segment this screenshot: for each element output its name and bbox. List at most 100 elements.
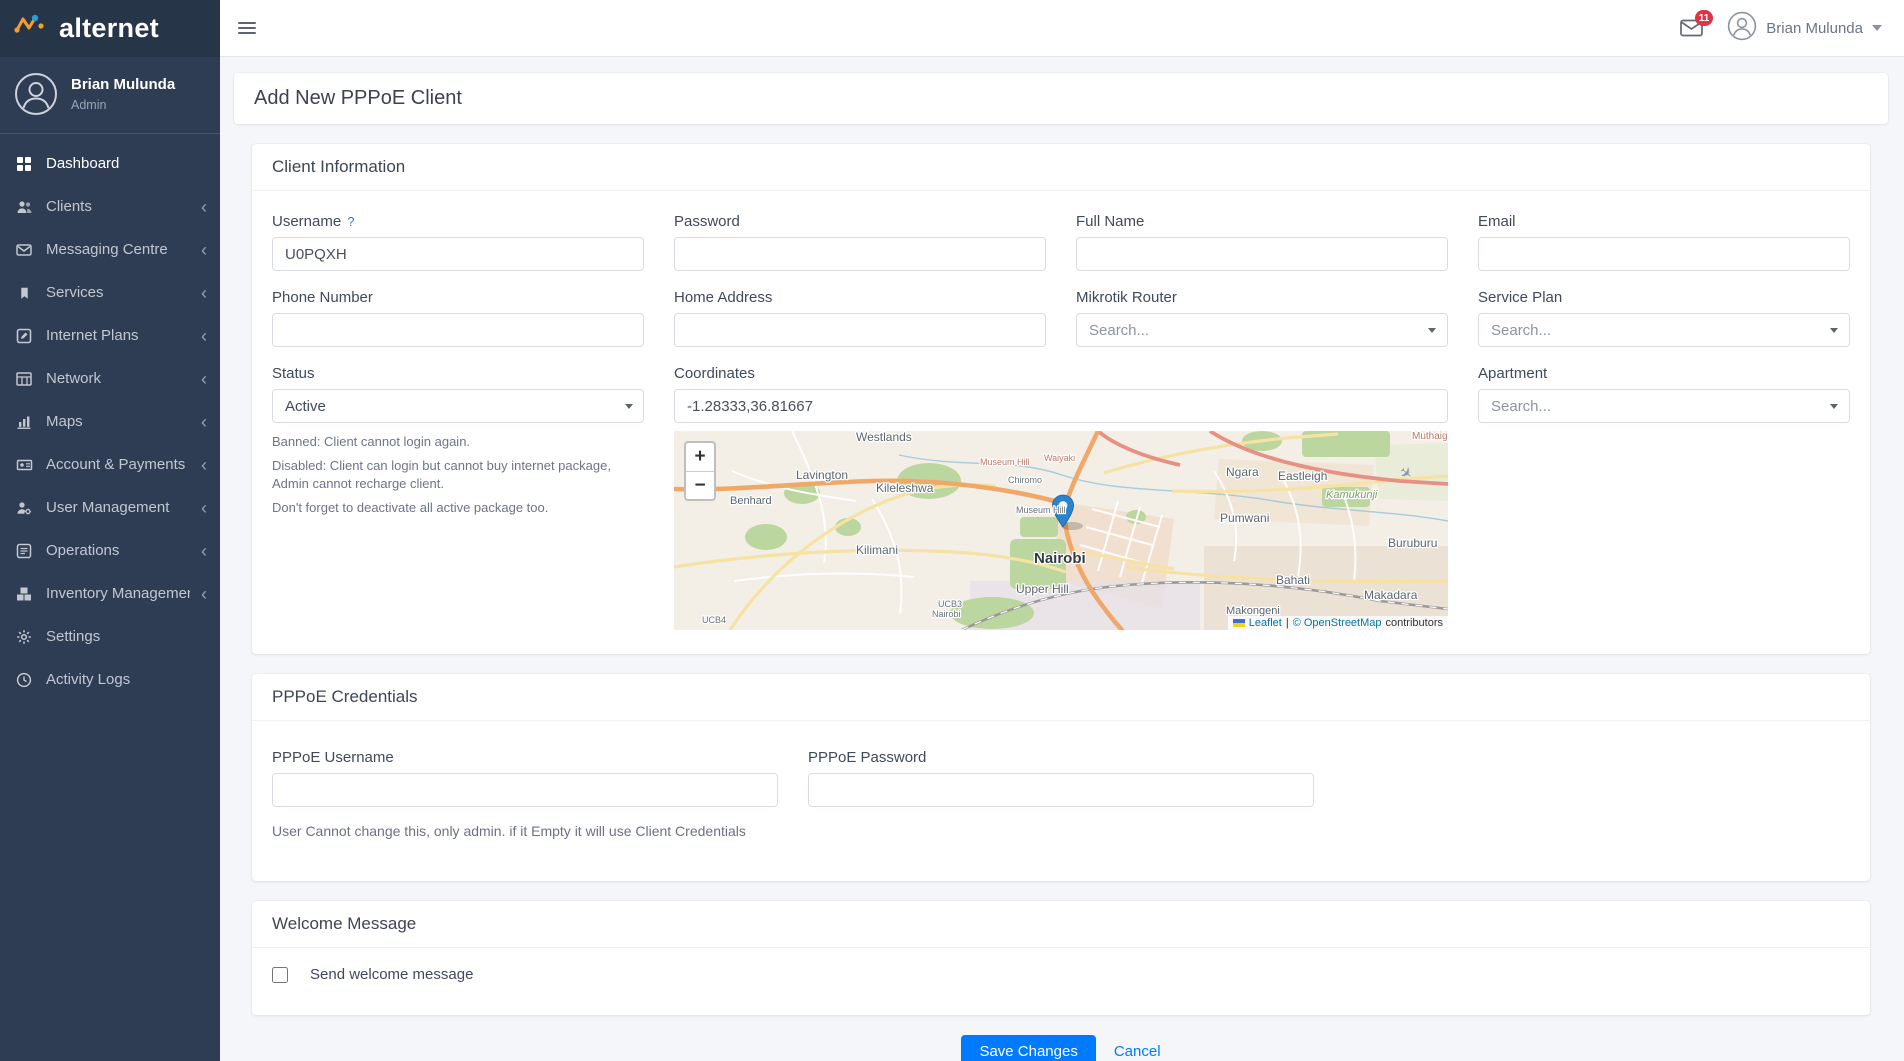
map-label: Nairobi	[932, 609, 961, 619]
map-label: Westlands	[856, 431, 912, 444]
chevron-left-icon	[201, 370, 207, 388]
menu-toggle-button[interactable]	[238, 21, 256, 35]
messages-button[interactable]: 11	[1680, 19, 1703, 37]
sidebar-item-internet-plans[interactable]: Internet Plans	[0, 314, 220, 357]
map-label: Lavington	[796, 468, 848, 482]
pppoe-note: User Cannot change this, only admin. if …	[272, 823, 1850, 839]
chevron-left-icon	[201, 413, 207, 431]
password-label: Password	[674, 213, 1046, 230]
coordinates-map[interactable]: ✈ WestlandsLavingtonKileleshwaBenhardKil…	[674, 431, 1448, 630]
service-plan-select[interactable]: Search...	[1478, 313, 1850, 347]
zoom-in-button[interactable]: +	[686, 443, 714, 471]
pppoe-password-label: PPPoE Password	[808, 749, 1314, 766]
sidebar-item-clients[interactable]: Clients	[0, 185, 220, 228]
map-label: Benhard	[730, 495, 772, 507]
welcome-message-card: Welcome Message Send welcome message	[252, 901, 1870, 1015]
messages-badge: 11	[1695, 10, 1714, 26]
attribution-suffix: contributors	[1386, 617, 1443, 629]
map-label: UCB4	[702, 615, 726, 625]
table-icon	[13, 371, 35, 387]
openstreetmap-link[interactable]: © OpenStreetMap	[1293, 617, 1382, 629]
users-gear-icon	[13, 500, 35, 516]
chevron-left-icon	[201, 327, 207, 345]
chevron-left-icon	[201, 241, 207, 259]
coordinates-label: Coordinates	[674, 365, 1448, 382]
sidebar-item-network[interactable]: Network	[0, 357, 220, 400]
zoom-out-button[interactable]: −	[686, 471, 714, 499]
status-note-deactivate: Don't forget to deactivate all active pa…	[272, 499, 644, 517]
password-input[interactable]	[674, 237, 1046, 271]
sidebar-item-activity-logs[interactable]: Activity Logs	[0, 658, 220, 701]
map-zoom-control: + −	[684, 441, 716, 501]
sidebar-item-inventory-management[interactable]: Inventory Management	[0, 572, 220, 615]
coordinates-input[interactable]	[674, 389, 1448, 423]
chevron-down-icon	[1872, 25, 1882, 31]
sidebar-item-account-payments[interactable]: Account & Payments	[0, 443, 220, 486]
chevron-left-icon	[201, 284, 207, 302]
app-root: alternet Brian Mulunda Admin Dashboard	[0, 0, 1904, 1061]
status-select[interactable]: Active	[272, 389, 644, 423]
email-input[interactable]	[1478, 237, 1850, 271]
service-plan-placeholder: Search...	[1491, 322, 1551, 339]
sidebar-item-maps[interactable]: Maps	[0, 400, 220, 443]
sidebar-item-label: Internet Plans	[46, 327, 190, 344]
pppoe-credentials-title: PPPoE Credentials	[252, 674, 1870, 721]
username-input[interactable]	[272, 237, 644, 271]
map-label: Kilimani	[856, 543, 898, 557]
gear-icon	[13, 629, 35, 645]
content-area: Add New PPPoE Client Client Information …	[220, 57, 1904, 1061]
apartment-select[interactable]: Search...	[1478, 389, 1850, 423]
mikrotik-router-select[interactable]: Search...	[1076, 313, 1448, 347]
map-label: Pumwani	[1220, 511, 1269, 525]
topbar: 11 Brian Mulunda	[220, 0, 1904, 57]
username-label: Username?	[272, 213, 644, 230]
map-attribution: Leaflet | © OpenStreetMap contributors	[1228, 616, 1448, 630]
username-help-icon[interactable]: ?	[347, 214, 354, 229]
mikrotik-router-placeholder: Search...	[1089, 322, 1149, 339]
send-welcome-message-row: Send welcome message	[272, 966, 1850, 983]
status-note-banned: Banned: Client cannot login again.	[272, 433, 644, 451]
user-menu-name: Brian Mulunda	[1766, 20, 1863, 37]
sidebar-item-label: Clients	[46, 198, 190, 215]
user-menu[interactable]: Brian Mulunda	[1727, 11, 1882, 45]
map-label: Museum Hill	[980, 457, 1030, 467]
phone-number-input[interactable]	[272, 313, 644, 347]
sidebar-item-label: Operations	[46, 542, 190, 559]
leaflet-link[interactable]: Leaflet	[1249, 617, 1282, 629]
pppoe-username-input[interactable]	[272, 773, 778, 807]
sidebar-item-operations[interactable]: Operations	[0, 529, 220, 572]
money-check-icon	[13, 457, 35, 473]
attribution-separator: |	[1286, 617, 1289, 629]
sidebar-user-panel: Brian Mulunda Admin	[0, 57, 220, 134]
welcome-message-title: Welcome Message	[252, 901, 1870, 948]
send-welcome-message-checkbox[interactable]	[272, 967, 288, 983]
mikrotik-router-label: Mikrotik Router	[1076, 289, 1448, 306]
sidebar-item-messaging-centre[interactable]: Messaging Centre	[0, 228, 220, 271]
sidebar-item-label: Settings	[46, 628, 207, 645]
sidebar: alternet Brian Mulunda Admin Dashboard	[0, 0, 220, 1061]
clock-icon	[13, 672, 35, 688]
boxes-icon	[13, 586, 35, 602]
chevron-left-icon	[201, 198, 207, 216]
home-address-input[interactable]	[674, 313, 1046, 347]
map-label: Makadara	[1364, 588, 1418, 602]
save-changes-button[interactable]: Save Changes	[961, 1035, 1095, 1061]
map-label: Museum Hill	[1016, 505, 1066, 515]
full-name-input[interactable]	[1076, 237, 1448, 271]
phone-number-label: Phone Number	[272, 289, 644, 306]
chevron-left-icon	[201, 499, 207, 517]
pppoe-password-input[interactable]	[808, 773, 1314, 807]
brand-logo[interactable]: alternet	[0, 0, 220, 57]
sidebar-item-dashboard[interactable]: Dashboard	[0, 142, 220, 185]
sidebar-item-settings[interactable]: Settings	[0, 615, 220, 658]
sidebar-item-user-management[interactable]: User Management	[0, 486, 220, 529]
cancel-link[interactable]: Cancel	[1114, 1043, 1161, 1060]
envelope-icon	[13, 242, 35, 258]
form-actions: Save Changes Cancel	[252, 1035, 1870, 1061]
user-avatar-icon	[1727, 11, 1757, 45]
brand-logo-icon	[14, 13, 50, 44]
map-label: Nairobi	[1034, 550, 1086, 567]
sidebar-item-services[interactable]: Services	[0, 271, 220, 314]
map-label: Chiromo	[1008, 475, 1042, 485]
page-title: Add New PPPoE Client	[254, 87, 1868, 110]
